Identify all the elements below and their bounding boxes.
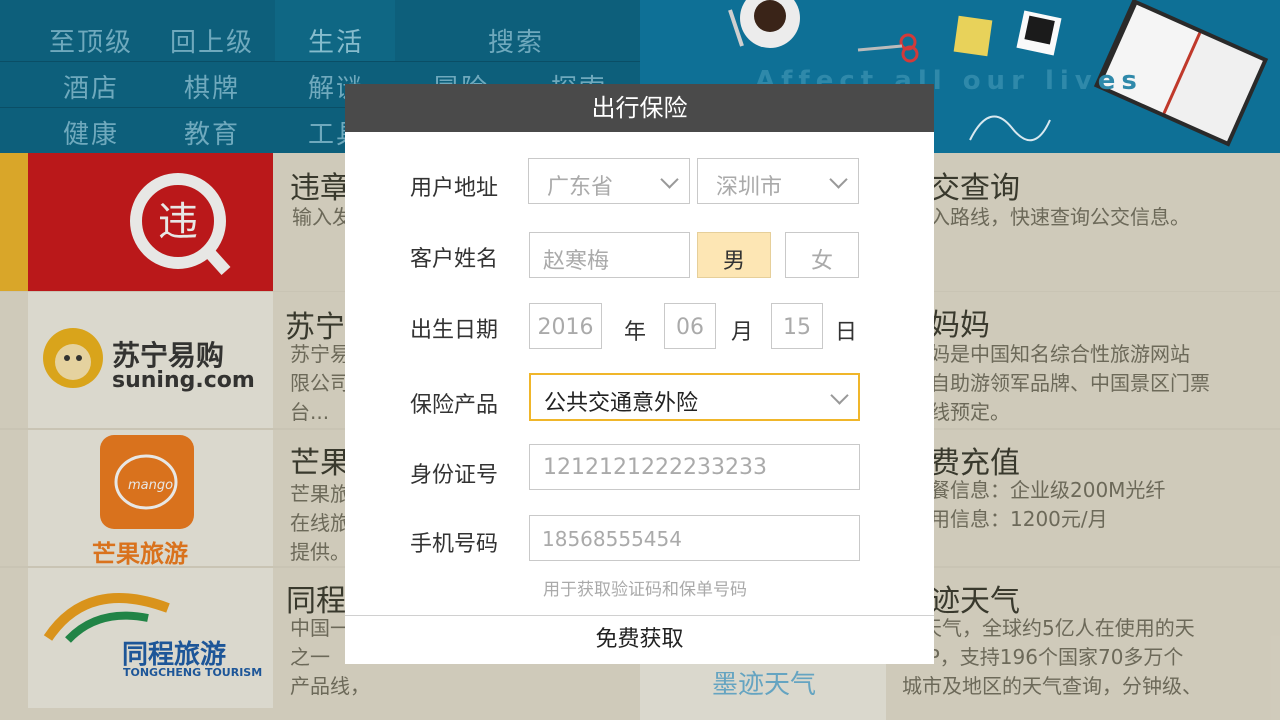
gender-female-label: 女 <box>810 249 833 274</box>
product-select[interactable]: 公共交通意外险 <box>529 373 860 421</box>
get-free-button[interactable]: 免费获取 <box>345 616 934 664</box>
nav-chess[interactable]: 棋牌 <box>166 68 258 105</box>
nav-hotel[interactable]: 酒店 <box>45 68 137 105</box>
name-placeholder: 赵寒梅 <box>543 249 610 274</box>
phone-label: 手机号码 <box>410 532 499 557</box>
birth-month-input[interactable]: 06 <box>664 303 716 349</box>
city-select[interactable]: 深圳市 <box>697 158 859 204</box>
nav-education[interactable]: 教育 <box>166 114 258 151</box>
nav-health[interactable]: 健康 <box>45 114 137 151</box>
chevron-down-icon <box>660 170 679 189</box>
month-unit: 月 <box>731 320 754 345</box>
city-value: 深圳市 <box>716 175 783 200</box>
gender-male-button[interactable]: 男 <box>697 232 771 278</box>
id-number-input[interactable]: 1212121222233233 <box>529 444 860 490</box>
birth-day-value: 15 <box>783 315 811 340</box>
nav-divider <box>0 61 640 62</box>
phone-value: 18568555454 <box>542 527 682 551</box>
product-label: 保险产品 <box>410 393 499 418</box>
name-input[interactable]: 赵寒梅 <box>529 232 690 278</box>
phone-input[interactable]: 18568555454 <box>529 515 860 561</box>
gender-male-label: 男 <box>722 249 745 274</box>
birth-month-value: 06 <box>676 315 704 340</box>
nav-up-level[interactable]: 回上级 <box>166 22 258 59</box>
year-unit: 年 <box>624 320 647 345</box>
province-value: 广东省 <box>547 175 614 200</box>
birth-day-input[interactable]: 15 <box>771 303 823 349</box>
id-number-value: 1212121222233233 <box>543 455 767 480</box>
id-label: 身份证号 <box>410 463 499 488</box>
chevron-down-icon <box>830 386 849 405</box>
nav-life[interactable]: 生活 <box>290 22 382 59</box>
birth-label: 出生日期 <box>410 318 499 343</box>
birth-year-input[interactable]: 2016 <box>529 303 602 349</box>
phone-hint: 用于获取验证码和保单号码 <box>543 580 747 600</box>
dialog-title: 出行保险 <box>345 84 934 132</box>
nav-top-level[interactable]: 至顶级 <box>45 22 137 59</box>
insurance-dialog: 出行保险 用户地址 广东省 深圳市 客户姓名 赵寒梅 男 女 出生日期 2016… <box>345 84 934 664</box>
chevron-down-icon <box>829 170 848 189</box>
day-unit: 日 <box>835 320 858 345</box>
product-value: 公共交通意外险 <box>544 391 699 416</box>
gender-female-button[interactable]: 女 <box>785 232 859 278</box>
province-select[interactable]: 广东省 <box>528 158 690 204</box>
address-label: 用户地址 <box>410 176 499 201</box>
nav-search[interactable]: 搜索 <box>470 22 562 59</box>
name-label: 客户姓名 <box>410 247 499 272</box>
birth-year-value: 2016 <box>537 315 594 340</box>
